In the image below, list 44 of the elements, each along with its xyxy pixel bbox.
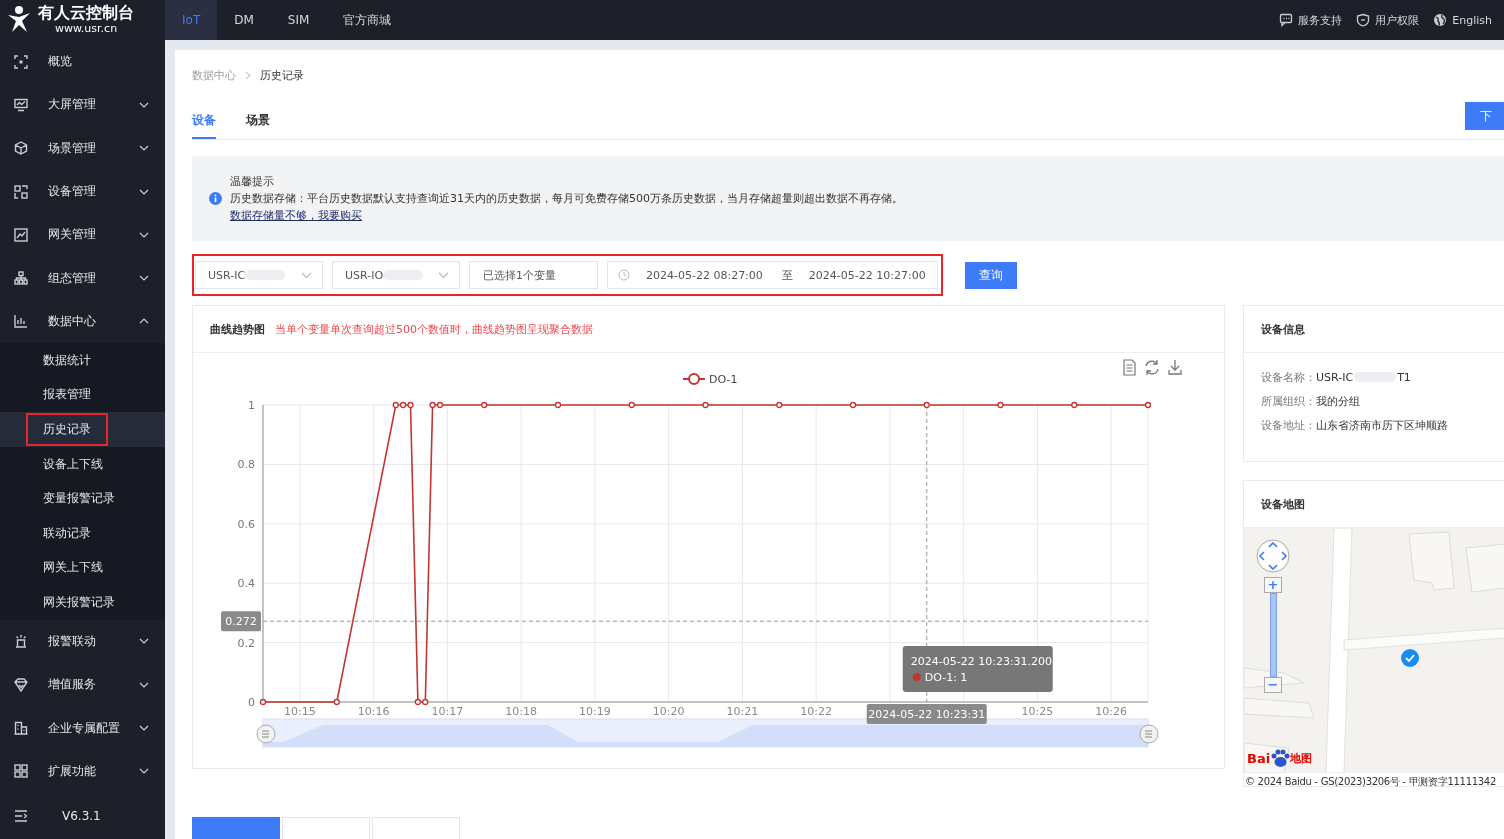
card-title: 设备地图 (1261, 496, 1305, 512)
axis-label: 1 (248, 399, 255, 412)
date-separator: 至 (781, 267, 793, 283)
axis-label: 10:15 (284, 705, 316, 718)
axis-label: 10:25 (1021, 705, 1054, 718)
axis-label: 0.6 (237, 517, 255, 531)
field-label: 所属组织： (1261, 393, 1316, 409)
tooltip-text: DO-1: 1 (924, 671, 968, 684)
chart-note: 当单个变量单次查询超过500个数值时，曲线趋势图呈现聚合数据 (275, 321, 593, 337)
legend-label: DO-1 (709, 373, 738, 386)
axis-label: 10:26 (1095, 705, 1127, 718)
field-value: T1 (1397, 370, 1411, 384)
axis-label: 10:18 (505, 705, 537, 718)
field-value: 山东省济南市历下区坤顺路 (1316, 417, 1448, 433)
notice-title: 温馨提示 (230, 174, 275, 189)
axis-label: 10:17 (431, 705, 464, 718)
axis-label: 0.8 (237, 458, 255, 472)
app-title: 有人云控制台 (38, 3, 134, 23)
pointer-label: 0.272 (221, 611, 261, 632)
site-url: www.usr.cn (54, 23, 118, 35)
tooltip-text: 2024-05-22 10:23:31.200 (910, 655, 1053, 668)
version-label: V6.3.1 (62, 808, 101, 823)
axis-label: 10:16 (357, 705, 390, 718)
date-end: 2024-05-22 10:27:00 (808, 268, 926, 282)
axis-label: 10:21 (726, 705, 759, 718)
axis-label: 10:19 (579, 705, 611, 718)
map-logo-text: 地图 (1290, 750, 1313, 766)
field-value: USR-IC (1316, 370, 1354, 384)
map-logo-text: Bai (1247, 750, 1271, 766)
axis-label: 10:20 (652, 705, 685, 718)
card-title: 设备信息 (1261, 321, 1305, 337)
card-title: 曲线趋势图 (210, 321, 265, 337)
breadcrumb-item: 历史记录 (260, 67, 304, 83)
field-label: 设备地址： (1261, 417, 1316, 433)
axis-label: 0.4 (237, 577, 255, 591)
axis-label: 0.2 (237, 636, 255, 650)
axis-label: 0 (248, 696, 255, 709)
field-label: 设备名称： (1261, 369, 1316, 385)
field-value: 我的分组 (1316, 393, 1360, 409)
notice-text: 历史数据存储：平台历史数据默认支持查询近31天内的历史数据，每月可免费存储500万条历史数据，当月存储超量则超出数据不再存储。 (230, 191, 903, 206)
map-copyright: © 2024 Baidu - GS(2023)3206号 - 甲测资字11111342 (1244, 775, 1497, 789)
axis-label: 10:22 (800, 705, 832, 718)
date-start: 2024-05-22 08:27:00 (646, 268, 763, 282)
pointer-label: 2024-05-22 10:23:31 (866, 704, 987, 724)
